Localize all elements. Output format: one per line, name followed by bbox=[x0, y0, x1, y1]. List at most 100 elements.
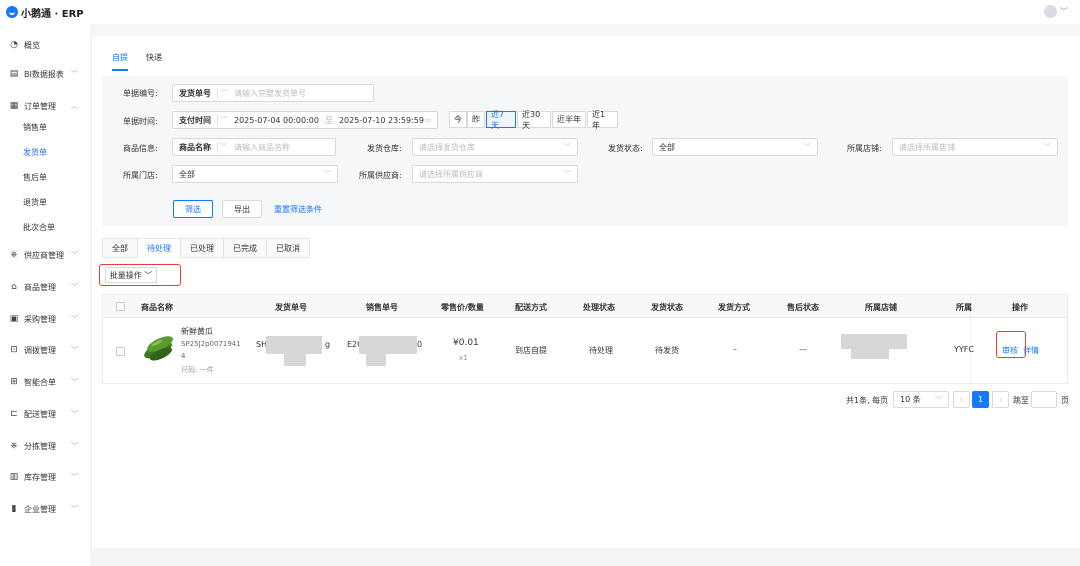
shop-placeholder: 请选择所属店铺 bbox=[899, 142, 955, 152]
doc-no-type-select[interactable]: 发货单号 bbox=[179, 87, 218, 99]
select-all-checkbox[interactable] bbox=[116, 302, 125, 311]
tab-all[interactable]: 全部 bbox=[102, 238, 137, 258]
sidebar-item-label: 调拨管理 bbox=[24, 345, 56, 355]
sidebar-item-purchase-management[interactable]: ▣ 采购管理 ﹀ bbox=[0, 308, 90, 330]
page-1-button[interactable]: 1 bbox=[972, 391, 989, 408]
sidebar-item-label: 批次合单 bbox=[23, 222, 55, 232]
col-product-name: 商品名称 bbox=[141, 303, 173, 312]
ship-status-value: 全部 bbox=[659, 142, 675, 152]
product-name[interactable]: 新鲜黄瓜 bbox=[181, 326, 213, 337]
process-status-value: 待处理 bbox=[589, 346, 613, 355]
table-row: 新鲜黄瓜 SP25J2p0071941 4 尺码: 一件 SH g E2C 0 … bbox=[102, 294, 1068, 384]
time-range-field[interactable]: 支付时间 ﹀ 2025-07-04 00:00:00 至 2025-07-10 … bbox=[172, 111, 438, 129]
sidebar-item-aftersale-order[interactable]: 售后单 bbox=[0, 166, 90, 188]
sidebar-item-batch-merge[interactable]: 批次合单 bbox=[0, 216, 90, 238]
aftersale-status-value: –– bbox=[799, 345, 807, 354]
goto-page-input[interactable] bbox=[1031, 391, 1057, 408]
quick-1year-button[interactable]: 近1年 bbox=[587, 110, 618, 130]
page-size-select[interactable]: 10 条 ﹀ bbox=[893, 391, 949, 408]
quick-7days-button[interactable]: 近7天 bbox=[486, 110, 516, 130]
time-type-select[interactable]: 支付时间 bbox=[179, 114, 218, 126]
sidebar-item-sorting-management[interactable]: ⎈ 分拣管理 ﹀ bbox=[0, 435, 90, 457]
chevron-down-icon: ﹀ bbox=[71, 473, 78, 481]
audit-link[interactable]: 审核 bbox=[1002, 345, 1018, 356]
product-icon: ⌂ bbox=[11, 282, 17, 292]
tab-completed[interactable]: 已完成 bbox=[223, 238, 266, 258]
tab-express[interactable]: 快递 bbox=[146, 52, 162, 71]
sidebar-item-label: 商品管理 bbox=[24, 282, 56, 292]
user-menu[interactable]: ﹀ bbox=[1044, 5, 1068, 18]
time-start-input[interactable]: 2025-07-04 00:00:00 bbox=[234, 116, 319, 125]
chevron-down-icon: ﹀ bbox=[71, 283, 78, 291]
ship-status-select[interactable]: 全部 ﹀ bbox=[652, 138, 818, 156]
store-select[interactable]: 全部 ﹀ bbox=[172, 165, 338, 183]
prev-page-button[interactable]: ‹ bbox=[953, 391, 970, 408]
product-info-field[interactable]: 商品名称 ﹀ 请输入商品名称 bbox=[172, 138, 336, 156]
quick-30days-button[interactable]: 近30天 bbox=[517, 110, 551, 130]
sidebar-item-order-management[interactable]: ▦ 订单管理 ︿ bbox=[0, 95, 90, 117]
col-actions: 操作 bbox=[1012, 303, 1028, 312]
delivery-value: 到店自提 bbox=[515, 346, 547, 355]
sidebar-item-label: 供应商管理 bbox=[24, 250, 64, 260]
doc-no-input[interactable]: 请输入完整发货单号 bbox=[234, 88, 306, 99]
chevron-down-icon: ﹀ bbox=[71, 251, 78, 259]
sidebar-item-shipping-order[interactable]: 发货单 bbox=[0, 141, 90, 163]
shop-label: 所属店铺: bbox=[847, 144, 882, 153]
chevron-down-icon: ﹀ bbox=[1044, 143, 1051, 151]
goto-label: 跳至 bbox=[1013, 396, 1029, 405]
chevron-left-icon: ‹ bbox=[959, 395, 964, 404]
grid-icon: ⊞ bbox=[10, 377, 18, 387]
doc-no-field[interactable]: 发货单号 ﹀ 请输入完整发货单号 bbox=[172, 84, 374, 102]
sidebar-item-label: 库存管理 bbox=[24, 472, 56, 482]
sidebar-item-transfer-management[interactable]: ⊡ 调拨管理 ﹀ bbox=[0, 339, 90, 361]
shop-redacted-2 bbox=[851, 349, 889, 359]
price-value: ¥0.01 bbox=[453, 338, 479, 348]
sidebar-item-delivery-management[interactable]: ⊏ 配送管理 ﹀ bbox=[0, 403, 90, 425]
sidebar-item-enterprise-management[interactable]: ▮ 企业管理 ﹀ bbox=[0, 498, 90, 520]
row-checkbox[interactable] bbox=[116, 347, 125, 356]
quick-half-year-button[interactable]: 近半年 bbox=[552, 111, 586, 128]
sidebar-item-label: 退货单 bbox=[23, 197, 47, 207]
filter-button[interactable]: 筛选 bbox=[173, 200, 213, 218]
app-logo[interactable]: 小鹅通 · ERP bbox=[6, 5, 84, 20]
chevron-up-icon: ︿ bbox=[71, 102, 78, 110]
reset-filters-link[interactable]: 重置筛选条件 bbox=[274, 204, 322, 215]
sidebar-item-smart-merge[interactable]: ⊞ 智能合单 ﹀ bbox=[0, 371, 90, 393]
chevron-down-icon: ﹀ bbox=[220, 116, 227, 124]
sidebar-item-sales-order[interactable]: 销售单 bbox=[0, 116, 90, 138]
sidebar-item-inventory-management[interactable]: ▥ 库存管理 ﹀ bbox=[0, 466, 90, 488]
product-code: SP25J2p0071941 bbox=[181, 340, 241, 348]
time-end-input[interactable]: 2025-07-10 23:59:59 bbox=[339, 116, 424, 125]
sale-no-suffix: 0 bbox=[417, 340, 423, 349]
tab-pending[interactable]: 待处理 bbox=[137, 238, 180, 258]
chevron-down-icon: ﹀ bbox=[220, 143, 227, 151]
next-page-button[interactable]: › bbox=[992, 391, 1009, 408]
chevron-down-icon: ﹀ bbox=[71, 505, 78, 513]
chevron-down-icon: ﹀ bbox=[71, 70, 78, 78]
ship-status-label: 发货状态: bbox=[608, 144, 643, 153]
dashboard-icon: ◔ bbox=[10, 40, 18, 50]
sidebar-item-product-management[interactable]: ⌂ 商品管理 ﹀ bbox=[0, 276, 90, 298]
sidebar-item-bi-report[interactable]: ▤ BI数据报表 ﹀ bbox=[0, 63, 90, 85]
tab-cancelled[interactable]: 已取消 bbox=[266, 238, 310, 258]
quick-today-button[interactable]: 今 bbox=[449, 111, 467, 128]
tab-processed[interactable]: 已处理 bbox=[180, 238, 223, 258]
supplier-select[interactable]: 请选择所属供应商 ﹀ bbox=[412, 165, 578, 183]
chevron-down-icon: ﹀ bbox=[935, 395, 942, 404]
product-input[interactable]: 请输入商品名称 bbox=[234, 142, 290, 153]
calendar-icon: ▭ bbox=[424, 116, 431, 124]
sidebar-item-overview[interactable]: ◔ 概览 bbox=[0, 34, 90, 56]
col-ship-status: 发货状态 bbox=[651, 303, 683, 312]
export-button[interactable]: 导出 bbox=[222, 200, 262, 218]
warehouse-select[interactable]: 请选择发货仓库 ﹀ bbox=[412, 138, 578, 156]
sidebar-item-return-order[interactable]: 退货单 bbox=[0, 191, 90, 213]
detail-link[interactable]: 详情 bbox=[1023, 345, 1039, 356]
product-type-select[interactable]: 商品名称 bbox=[179, 141, 218, 153]
warehouse-placeholder: 请选择发货仓库 bbox=[419, 142, 475, 152]
quick-yesterday-button[interactable]: 昨 bbox=[467, 111, 485, 128]
sidebar-item-supplier-management[interactable]: ⎈ 供应商管理 ﹀ bbox=[0, 244, 90, 266]
tab-self-pickup[interactable]: 自提 bbox=[112, 52, 128, 71]
product-code-cont: 4 bbox=[181, 352, 186, 360]
shop-select[interactable]: 请选择所属店铺 ﹀ bbox=[892, 138, 1058, 156]
batch-operation-button[interactable]: 批量操作 ﹀ bbox=[105, 267, 157, 283]
